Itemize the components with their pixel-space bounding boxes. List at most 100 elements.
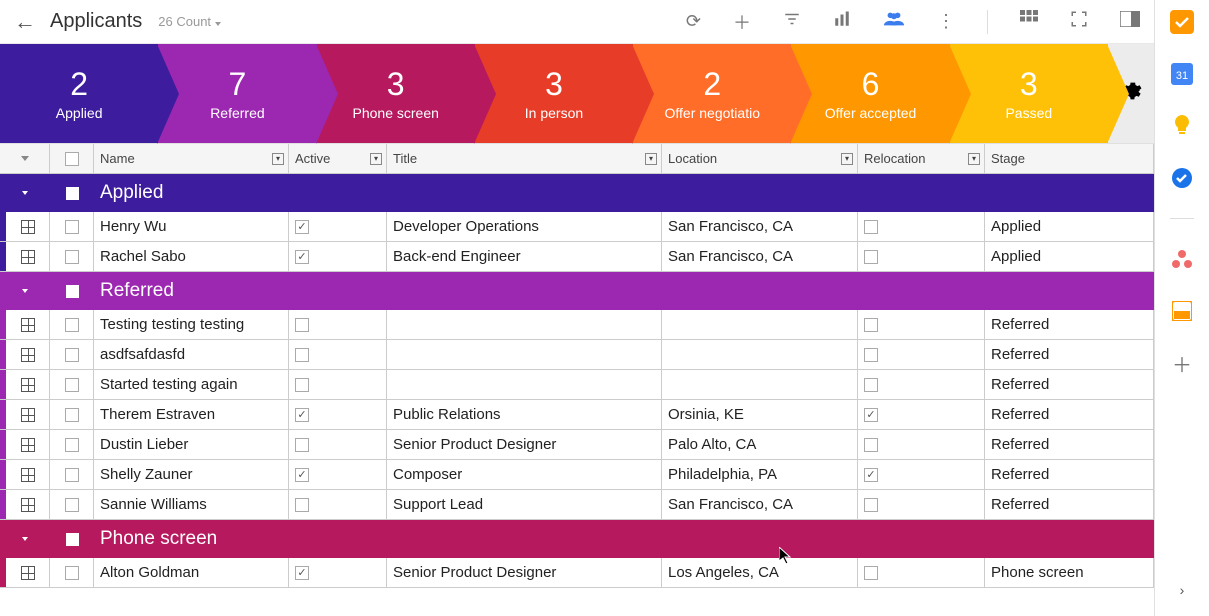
row-expand-icon[interactable]: [6, 370, 50, 399]
cell-active[interactable]: [289, 490, 387, 519]
pipeline-stage[interactable]: 6Offer accepted: [791, 44, 949, 143]
column-dropdown-icon[interactable]: ▾: [272, 153, 284, 165]
cell-relocation[interactable]: [858, 310, 985, 339]
table-row[interactable]: Shelly Zauner ✓ Composer Philadelphia, P…: [0, 460, 1154, 490]
group-checkbox[interactable]: [66, 285, 79, 298]
cell-title[interactable]: Public Relations: [387, 400, 662, 429]
cell-name[interactable]: asdfsafdasfd: [94, 340, 289, 369]
cell-name[interactable]: Sannie Williams: [94, 490, 289, 519]
group-header[interactable]: Phone screen: [0, 520, 1154, 558]
cell-title[interactable]: [387, 370, 662, 399]
column-stage[interactable]: Stage: [985, 144, 1154, 173]
add-icon[interactable]: ＋: [733, 9, 751, 35]
cell-relocation[interactable]: ✓: [858, 460, 985, 489]
cell-active[interactable]: ✓: [289, 212, 387, 241]
cell-location[interactable]: San Francisco, CA: [662, 212, 858, 241]
table-row[interactable]: Alton Goldman ✓ Senior Product Designer …: [0, 558, 1154, 588]
group-header[interactable]: Referred: [0, 272, 1154, 310]
row-expand-icon[interactable]: [6, 400, 50, 429]
pipeline-stage[interactable]: 3In person: [475, 44, 633, 143]
cell-name[interactable]: Testing testing testing: [94, 310, 289, 339]
add-app-icon[interactable]: ＋: [1170, 351, 1194, 375]
column-active[interactable]: Active▾: [289, 144, 387, 173]
people-icon[interactable]: [883, 10, 905, 33]
cell-name[interactable]: Therem Estraven: [94, 400, 289, 429]
panel-icon[interactable]: [1120, 11, 1140, 32]
column-title[interactable]: Title▾: [387, 144, 662, 173]
row-checkbox[interactable]: [65, 438, 79, 452]
expand-column[interactable]: [0, 144, 50, 173]
cell-active[interactable]: [289, 310, 387, 339]
cell-name[interactable]: Shelly Zauner: [94, 460, 289, 489]
row-expand-icon[interactable]: [6, 310, 50, 339]
pipeline-stage[interactable]: 3Passed: [950, 44, 1108, 143]
cell-name[interactable]: Dustin Lieber: [94, 430, 289, 459]
column-dropdown-icon[interactable]: ▾: [841, 153, 853, 165]
app-icon-red[interactable]: [1170, 247, 1194, 271]
cell-relocation[interactable]: [858, 242, 985, 271]
cell-name[interactable]: Alton Goldman: [94, 558, 289, 587]
row-expand-icon[interactable]: [6, 558, 50, 587]
refresh-icon[interactable]: ⟳: [686, 11, 701, 32]
cell-name[interactable]: Henry Wu: [94, 212, 289, 241]
cell-location[interactable]: Palo Alto, CA: [662, 430, 858, 459]
checkmark-app-icon[interactable]: [1170, 10, 1194, 34]
row-checkbox[interactable]: [65, 566, 79, 580]
column-name[interactable]: Name▾: [94, 144, 289, 173]
table-row[interactable]: Therem Estraven ✓ Public Relations Orsin…: [0, 400, 1154, 430]
back-arrow-icon[interactable]: ←: [14, 9, 36, 35]
row-expand-icon[interactable]: [6, 490, 50, 519]
filter-icon[interactable]: [783, 10, 801, 33]
cell-location[interactable]: San Francisco, CA: [662, 490, 858, 519]
cell-relocation[interactable]: [858, 430, 985, 459]
column-relocation[interactable]: Relocation▾: [858, 144, 985, 173]
row-expand-icon[interactable]: [6, 212, 50, 241]
cell-location[interactable]: Orsinia, KE: [662, 400, 858, 429]
pipeline-stage[interactable]: 2Applied: [0, 44, 158, 143]
cell-active[interactable]: ✓: [289, 242, 387, 271]
cell-location[interactable]: [662, 370, 858, 399]
row-checkbox[interactable]: [65, 408, 79, 422]
count-dropdown[interactable]: 26 Count: [158, 14, 220, 29]
cell-relocation[interactable]: [858, 558, 985, 587]
cell-location[interactable]: [662, 340, 858, 369]
table-row[interactable]: Testing testing testing Referred: [0, 310, 1154, 340]
cell-active[interactable]: [289, 340, 387, 369]
select-all-column[interactable]: [50, 144, 94, 173]
row-expand-icon[interactable]: [6, 340, 50, 369]
collapse-sidebar-icon[interactable]: ›: [1170, 578, 1194, 602]
pipeline-stage[interactable]: 2Offer negotiatio: [633, 44, 791, 143]
cell-relocation[interactable]: [858, 370, 985, 399]
row-checkbox[interactable]: [65, 318, 79, 332]
row-checkbox[interactable]: [65, 348, 79, 362]
cell-name[interactable]: Started testing again: [94, 370, 289, 399]
column-dropdown-icon[interactable]: ▾: [645, 153, 657, 165]
cell-location[interactable]: Philadelphia, PA: [662, 460, 858, 489]
cell-name[interactable]: Rachel Sabo: [94, 242, 289, 271]
cell-relocation[interactable]: [858, 490, 985, 519]
column-dropdown-icon[interactable]: ▾: [370, 153, 382, 165]
row-expand-icon[interactable]: [6, 430, 50, 459]
cell-location[interactable]: [662, 310, 858, 339]
row-checkbox[interactable]: [65, 378, 79, 392]
cell-relocation[interactable]: [858, 340, 985, 369]
cell-title[interactable]: Support Lead: [387, 490, 662, 519]
cell-active[interactable]: [289, 370, 387, 399]
grid-view-icon[interactable]: [1020, 10, 1038, 33]
cell-active[interactable]: ✓: [289, 460, 387, 489]
cell-location[interactable]: Los Angeles, CA: [662, 558, 858, 587]
row-checkbox[interactable]: [65, 498, 79, 512]
row-checkbox[interactable]: [65, 468, 79, 482]
group-checkbox[interactable]: [66, 187, 79, 200]
row-expand-icon[interactable]: [6, 460, 50, 489]
cell-relocation[interactable]: [858, 212, 985, 241]
cell-title[interactable]: Developer Operations: [387, 212, 662, 241]
keep-app-icon[interactable]: [1170, 114, 1194, 138]
cell-title[interactable]: Senior Product Designer: [387, 430, 662, 459]
row-expand-icon[interactable]: [6, 242, 50, 271]
cell-active[interactable]: ✓: [289, 400, 387, 429]
pipeline-stage[interactable]: 3Phone screen: [317, 44, 475, 143]
cell-title[interactable]: Senior Product Designer: [387, 558, 662, 587]
more-icon[interactable]: ⋮: [937, 11, 955, 32]
tasks-app-icon[interactable]: [1170, 166, 1194, 190]
